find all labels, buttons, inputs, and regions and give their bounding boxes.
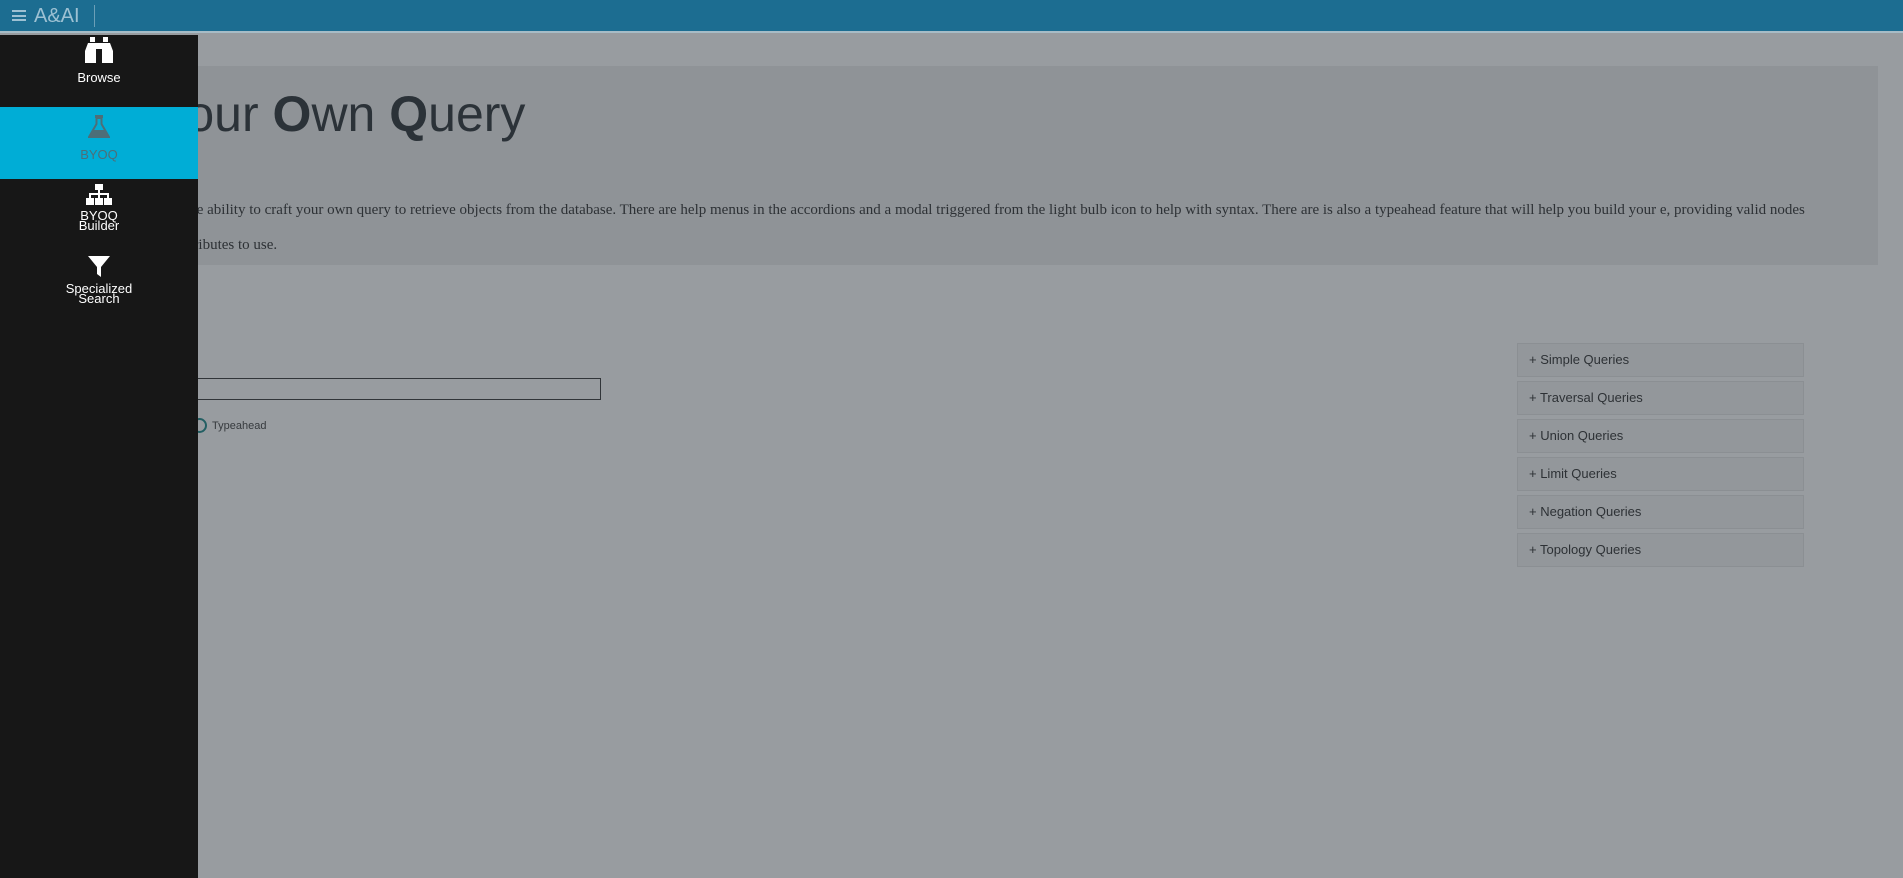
brand-title[interactable]: A&AI [34, 4, 95, 27]
sitemap-icon [86, 184, 112, 205]
sidebar-label-byoq: BYOQ [80, 147, 118, 162]
hamburger-icon[interactable] [12, 10, 26, 21]
sidebar-item-byoq[interactable]: BYOQ [0, 107, 198, 179]
flask-icon [88, 115, 110, 138]
sidebar-label-specialized-search: Specialized Search [65, 281, 133, 306]
sidebar-item-byoq-builder[interactable]: BYOQ Builder [0, 180, 198, 252]
sidebar-item-specialized-search[interactable]: Specialized Search [0, 252, 198, 324]
top-bar: A&AI [0, 0, 1903, 33]
filter-icon [88, 256, 110, 277]
binoculars-icon [85, 37, 113, 63]
sidebar-item-browse[interactable]: Browse [0, 35, 198, 107]
sidenav-backdrop[interactable] [0, 33, 1903, 878]
sidebar-label-byoq-builder: BYOQ Builder [78, 208, 120, 233]
sidebar-label-browse: Browse [77, 70, 121, 85]
side-nav: Browse BYOQ BYOQ Builder Specialized Sea… [0, 35, 198, 878]
